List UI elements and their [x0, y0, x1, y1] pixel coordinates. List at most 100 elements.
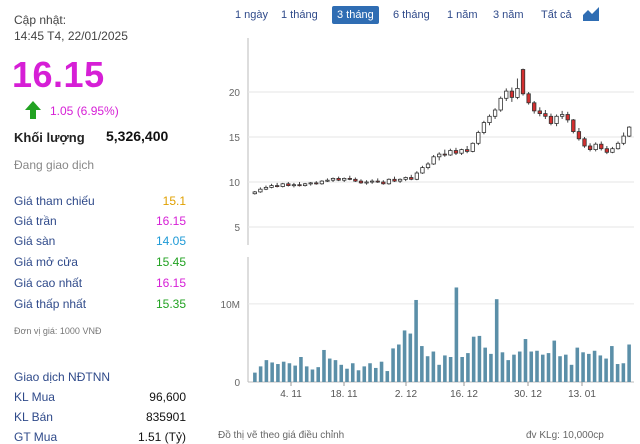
- volume-bar: [264, 360, 269, 382]
- chart-panel: 1 ngày 1 tháng 3 tháng 6 tháng 1 năm 3 n…: [196, 0, 640, 444]
- trading-status: Đang giao dịch: [14, 158, 95, 172]
- candle-body: [330, 177, 336, 181]
- low-price-value: 15.35: [155, 297, 186, 311]
- candle-body: [515, 88, 520, 98]
- floor-price-label: Giá sàn: [14, 234, 56, 248]
- candle-body: [392, 178, 397, 182]
- ceiling-price-value: 16.15: [155, 214, 186, 228]
- candle-body: [504, 90, 509, 99]
- volume-bar: [540, 354, 545, 382]
- x-tick-label: 4. 11: [280, 389, 302, 400]
- candle-body: [481, 122, 487, 133]
- volume-bar: [414, 299, 418, 382]
- volume-bar: [356, 370, 361, 382]
- volume-bar: [408, 333, 413, 382]
- open-price-value: 15.45: [155, 255, 186, 269]
- volume-bar: [512, 354, 516, 382]
- volume-bar: [385, 371, 390, 382]
- volume-bar: [471, 336, 476, 382]
- foreign-buy-volume-label: KL Mua: [14, 390, 55, 404]
- candle-body: [509, 90, 514, 98]
- volume-bar: [592, 350, 597, 382]
- candle-body: [565, 114, 570, 121]
- volume-tick-label: 0: [234, 378, 240, 389]
- volume-bar: [581, 352, 585, 382]
- volume-bar: [604, 358, 608, 382]
- ceiling-price-label: Giá trần: [14, 214, 57, 228]
- volume-bar: [299, 357, 303, 382]
- candle-body: [275, 185, 280, 188]
- volume-bar: [437, 364, 441, 382]
- candle-body: [280, 183, 285, 187]
- volume-bar: [281, 361, 286, 382]
- volume-bar: [494, 299, 499, 382]
- high-price-value: 16.15: [155, 276, 186, 290]
- x-tick-label: 30. 12: [514, 389, 542, 400]
- volume-bar: [448, 357, 453, 382]
- volume-bar: [327, 358, 332, 382]
- high-price-label: Giá cao nhất: [14, 276, 83, 290]
- candle-body: [420, 167, 425, 174]
- candle-body: [448, 150, 453, 156]
- candle-body: [381, 181, 386, 185]
- candle-body: [314, 182, 319, 185]
- volume-bar: [552, 340, 557, 382]
- candle-body: [263, 186, 269, 190]
- candle-body: [453, 150, 459, 154]
- candle-body: [302, 183, 308, 187]
- candle-body: [554, 115, 559, 124]
- volume-bar: [304, 366, 309, 382]
- candle-body: [425, 163, 431, 168]
- candle-body: [286, 183, 291, 187]
- chart-footnote: Đồ thị vẽ theo giá điều chỉnh: [218, 430, 345, 441]
- candle-body: [347, 177, 352, 180]
- candle-body: [375, 180, 380, 183]
- volume-bar: [460, 357, 464, 382]
- x-tick-label: 16. 12: [450, 389, 478, 400]
- candle-body: [571, 119, 576, 133]
- volume-bar: [615, 364, 620, 382]
- candle-body: [370, 180, 375, 183]
- candle-body: [615, 142, 621, 150]
- candle-body: [414, 172, 419, 180]
- candle-body: [526, 93, 531, 104]
- candle-body: [548, 115, 554, 124]
- price-volume-chart: 20 15 10 5 10M 0 4. 11 18. 11 2. 12 16. 12 30. 1…: [221, 38, 634, 400]
- volume-bar: [397, 344, 401, 382]
- open-price-label: Giá mở cửa: [14, 255, 78, 269]
- up-arrow-icon: [25, 101, 41, 119]
- volume-bar: [575, 347, 580, 382]
- candle-body: [498, 97, 503, 111]
- candle-body: [470, 142, 475, 152]
- volume-bar: [587, 353, 591, 382]
- volume-bar: [500, 352, 505, 382]
- volume-bar: [621, 363, 626, 382]
- candle-body: [532, 102, 537, 112]
- foreign-buy-value-label: GT Mua: [14, 430, 58, 444]
- volume-bar: [293, 365, 297, 382]
- candle-body: [576, 131, 582, 140]
- price-tick-label: 20: [229, 88, 241, 99]
- volume-bar: [535, 350, 539, 382]
- floor-price-value: 14.05: [155, 234, 186, 248]
- candle-body: [353, 178, 358, 182]
- volume-bar: [523, 339, 528, 382]
- candle-body: [492, 109, 498, 117]
- foreign-sell-volume-label: KL Bán: [14, 410, 53, 424]
- candle-body: [627, 126, 632, 137]
- volume-bar: [569, 364, 574, 382]
- candle-body: [599, 143, 604, 150]
- volume-bar: [483, 347, 487, 382]
- volume-bar: [506, 360, 510, 382]
- volume-bar: [339, 364, 344, 382]
- candle-body: [403, 177, 408, 180]
- volume-bar: [564, 354, 568, 382]
- x-tick-label: 13. 01: [568, 389, 596, 400]
- foreign-sell-volume-value: 835901: [145, 410, 186, 424]
- price-tick-label: 10: [229, 178, 241, 189]
- candle-body: [364, 181, 369, 184]
- updated-time: 14:45 T4, 22/01/2025: [14, 29, 128, 43]
- low-price-label: Giá thấp nhất: [14, 297, 87, 311]
- price-change: 1.05 (6.95%): [50, 104, 119, 118]
- candle-body: [308, 182, 313, 185]
